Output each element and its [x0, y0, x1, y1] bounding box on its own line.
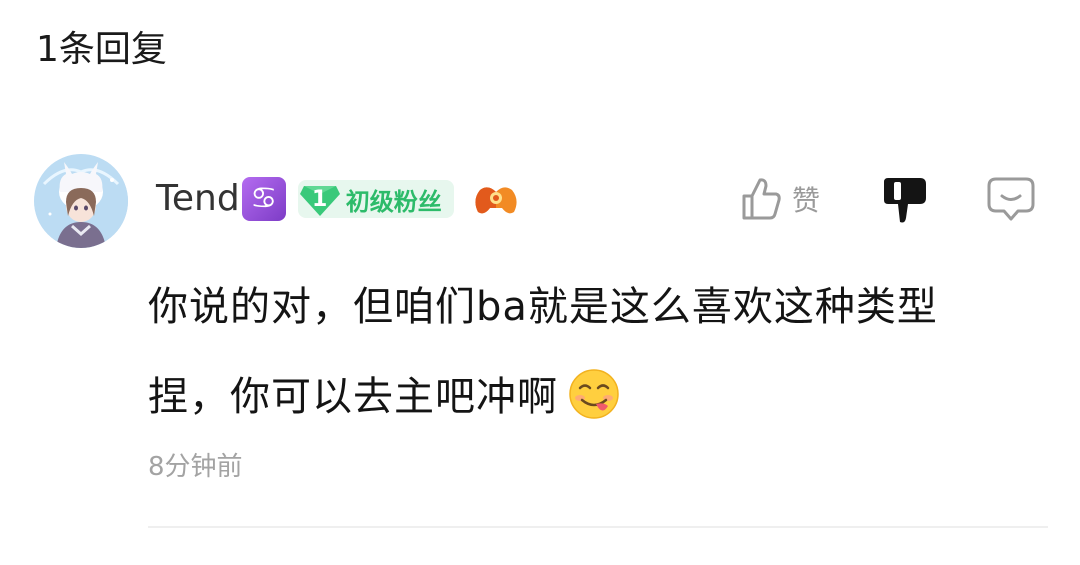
- fan-level-badge[interactable]: 1 初级粉丝: [297, 180, 454, 218]
- game-controller-icon: [475, 187, 517, 214]
- comment-body-text: 捏，你可以去主吧冲啊: [148, 374, 558, 420]
- comment-header: Tend ♋ 1 初级粉丝: [156, 172, 518, 226]
- comment-body-line: 捏，你可以去主吧冲啊: [148, 352, 1028, 442]
- thumbs-down-icon: [884, 178, 926, 223]
- cancer-zodiac-icon: ♋: [241, 177, 286, 221]
- yum-face-emoji: [569, 369, 619, 419]
- reply-count-title: 1条回复: [36, 29, 167, 70]
- divider: [148, 526, 1048, 528]
- like-label: 赞: [792, 184, 821, 217]
- fan-level-number: 1: [312, 186, 328, 212]
- reply-button[interactable]: [986, 176, 1036, 222]
- thumbs-up-icon: [742, 178, 781, 220]
- username[interactable]: Tend: [156, 172, 240, 226]
- like-button[interactable]: 赞: [740, 174, 820, 224]
- avatar[interactable]: [34, 154, 128, 248]
- fan-level-label: 初级粉丝: [345, 187, 442, 216]
- gem-icon: 1: [298, 180, 342, 218]
- comment-body: 你说的对，但咱们ba就是这么喜欢这种类型 捏，你可以去主吧冲啊: [148, 262, 1028, 442]
- comment-body-line: 你说的对，但咱们ba就是这么喜欢这种类型: [148, 284, 938, 330]
- dislike-button[interactable]: [880, 176, 928, 226]
- comment-timestamp: 8分钟前: [148, 452, 243, 482]
- comment-bubble-icon: [987, 177, 1035, 221]
